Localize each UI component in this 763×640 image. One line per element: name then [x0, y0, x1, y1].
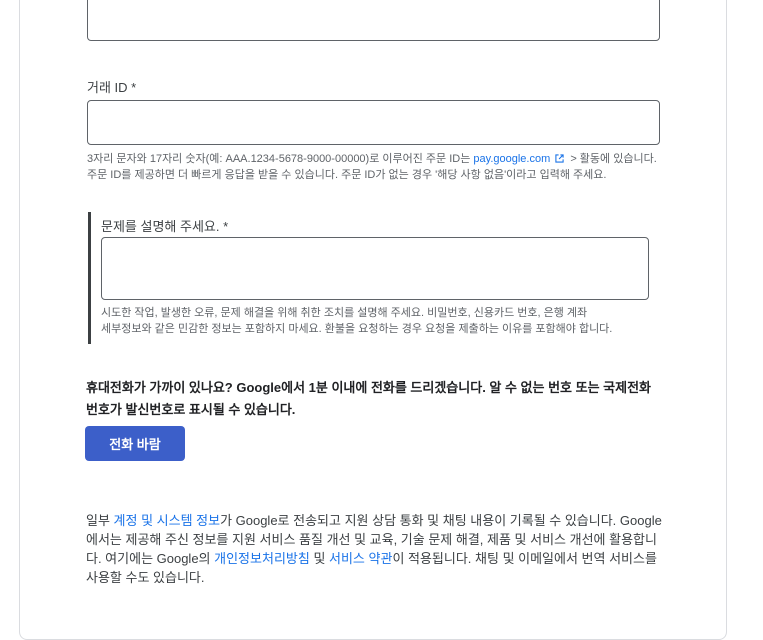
transaction-id-label: 거래 ID *: [87, 80, 137, 95]
callback-message: 휴대전화가 가까이 있나요? Google에서 1분 이내에 전화를 드리겠습니…: [86, 380, 651, 417]
privacy-notice: 일부 계정 및 시스템 정보가 Google로 전송되고 지원 상담 통화 및 …: [86, 511, 666, 587]
description-textarea[interactable]: [101, 237, 649, 300]
notice-text: 일부: [86, 513, 114, 528]
description-help: 시도한 작업, 발생한 오류, 문제 해결을 위해 취한 조치를 설명해 주세요…: [101, 305, 681, 337]
description-help-line1: 시도한 작업, 발생한 오류, 문제 해결을 위해 취한 조치를 설명해 주세요…: [101, 307, 588, 319]
transaction-id-input[interactable]: [87, 100, 660, 145]
transaction-id-help-text: 3자리 문자와 17자리 숫자(예: AAA.1234-5678-9000-00…: [87, 153, 474, 165]
account-system-info-link[interactable]: 계정 및 시스템 정보: [114, 513, 221, 528]
pay-google-link[interactable]: pay.google.com: [473, 153, 550, 165]
notice-text: 및: [309, 551, 330, 566]
section-indicator-bar: [88, 212, 91, 344]
external-link-icon: [555, 154, 564, 163]
request-call-button[interactable]: 전화 바람: [85, 426, 185, 461]
terms-of-service-link[interactable]: 서비스 약관: [329, 551, 392, 566]
transaction-id-help: 3자리 문자와 17자리 숫자(예: AAA.1234-5678-9000-00…: [87, 151, 661, 183]
description-help-line2: 세부정보와 같은 민감한 정보는 포함하지 마세요. 환불을 요청하는 경우 요…: [101, 323, 613, 335]
description-label: 문제를 설명해 주세요. *: [101, 219, 229, 234]
privacy-policy-link[interactable]: 개인정보처리방침: [214, 551, 310, 566]
previous-text-field[interactable]: [87, 0, 660, 41]
